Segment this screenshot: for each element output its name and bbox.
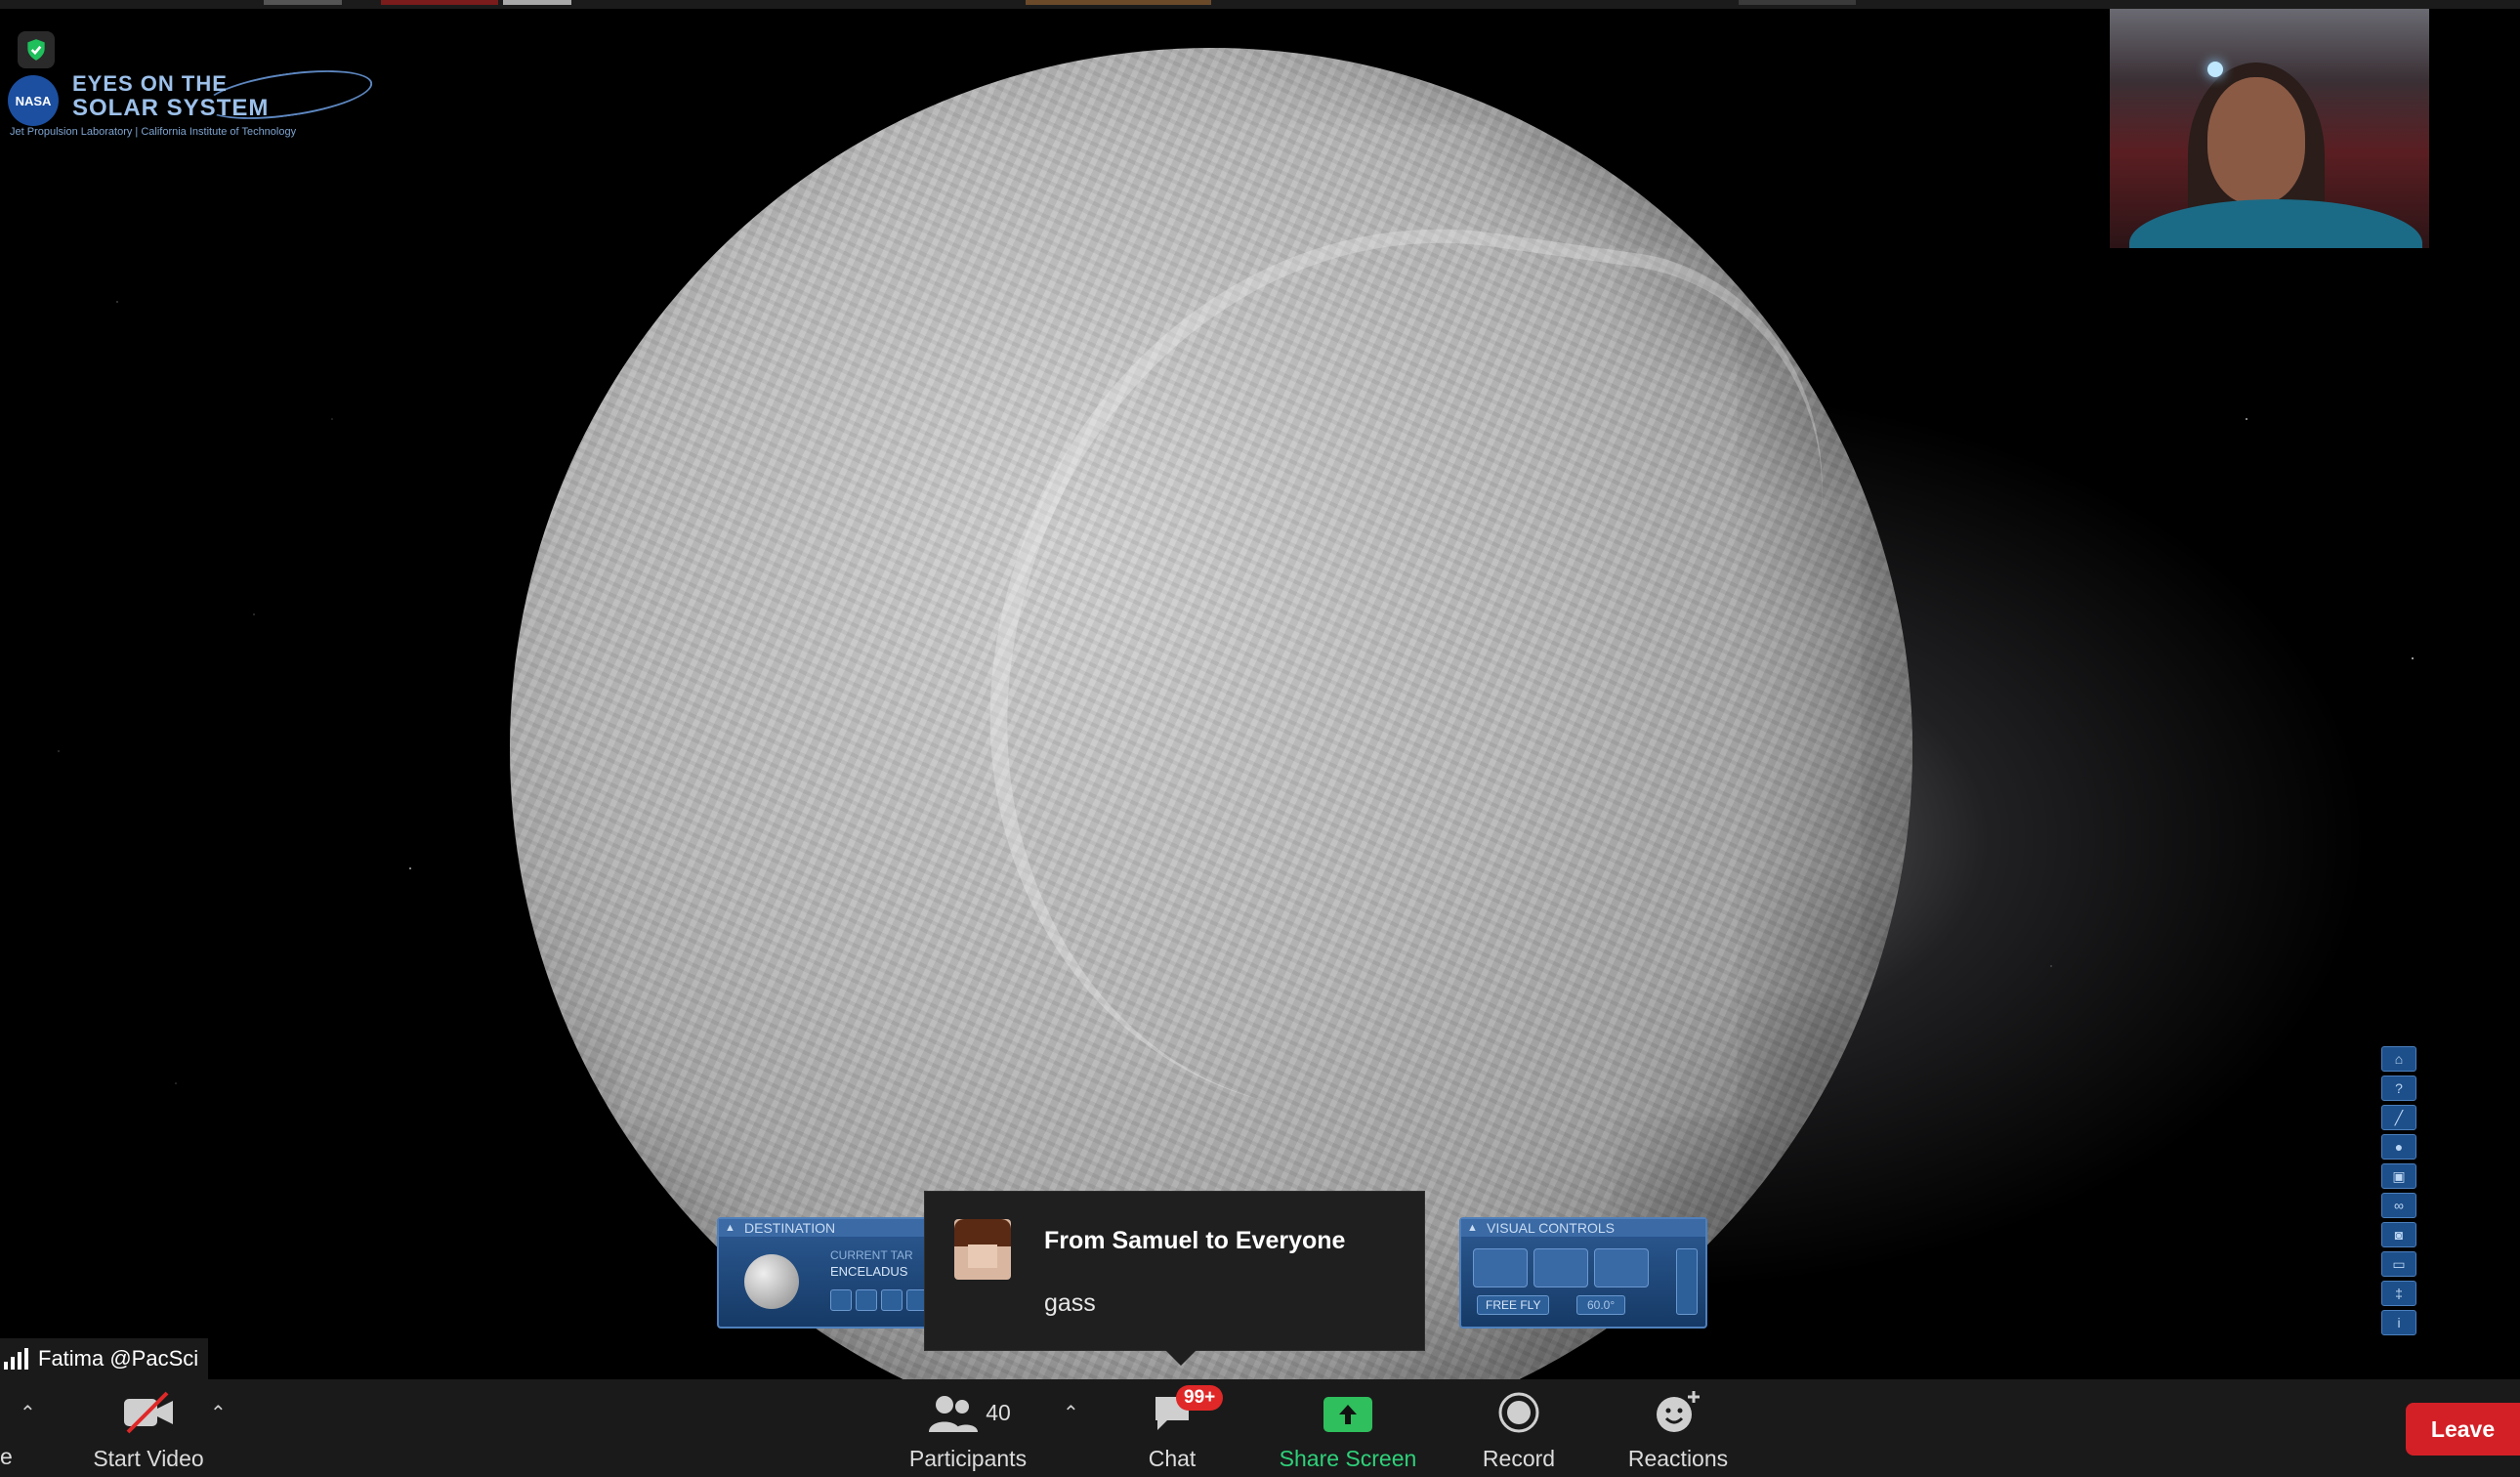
- participants-button[interactable]: 40 Participants: [904, 1379, 1031, 1477]
- view-horizon-button[interactable]: [1533, 1248, 1588, 1287]
- audio-options-chevron-icon[interactable]: ⌃: [20, 1401, 36, 1425]
- shared-screen: NASA EYES ON THE SOLAR SYSTEM Jet Propul…: [0, 9, 2429, 1379]
- thumb-strip-seg: [381, 0, 498, 5]
- destination-panel[interactable]: DESTINATION CURRENT TAR ENCELADUS: [717, 1217, 936, 1329]
- visual-controls-title[interactable]: VISUAL CONTROLS: [1461, 1219, 1705, 1237]
- share-screen-icon: [1323, 1379, 1372, 1434]
- visual-controls-panel[interactable]: VISUAL CONTROLS FREE FLY 60.0°: [1459, 1217, 1707, 1329]
- participant-shirt: [2129, 199, 2422, 248]
- help-icon[interactable]: ?: [2381, 1076, 2416, 1101]
- reactions-label: Reactions: [1627, 1446, 1729, 1471]
- expand-icon[interactable]: [881, 1289, 903, 1311]
- record-icon: [1497, 1379, 1540, 1434]
- reactions-button[interactable]: Reactions: [1619, 1379, 1737, 1477]
- audio-label-partial[interactable]: e: [0, 1444, 13, 1470]
- thumb-strip-seg: [264, 0, 342, 5]
- participants-icon: 40: [925, 1379, 1011, 1434]
- participant-video[interactable]: [2110, 9, 2429, 248]
- current-target-value: ENCELADUS: [830, 1264, 908, 1279]
- video-options-chevron-icon[interactable]: ⌃: [210, 1401, 227, 1425]
- logo-title-line1: EYES ON THE: [72, 71, 228, 96]
- share-screen-button[interactable]: Share Screen: [1270, 1379, 1426, 1477]
- telescope-icon[interactable]: ╱: [2381, 1105, 2416, 1130]
- logo-title-line2: SOLAR SYSTEM: [72, 95, 270, 121]
- logo-subtitle: Jet Propulsion Laboratory | California I…: [10, 126, 297, 138]
- chat-badge: 99+: [1176, 1385, 1224, 1411]
- share-screen-label: Share Screen: [1279, 1446, 1417, 1471]
- link-icon[interactable]: ∞: [2381, 1193, 2416, 1218]
- chat-message: gass: [1044, 1289, 1096, 1317]
- participant-name: Fatima @PacSci: [38, 1346, 199, 1371]
- security-shield-icon[interactable]: [18, 31, 55, 68]
- participants-count: 40: [986, 1400, 1011, 1425]
- chat-notification[interactable]: From Samuel to Everyone gass: [924, 1191, 1425, 1366]
- start-video-label: Start Video: [93, 1446, 204, 1471]
- thumb-strip-seg: [1739, 0, 1856, 5]
- info-icon[interactable]: [830, 1289, 852, 1311]
- fov-control[interactable]: 60.0°: [1576, 1295, 1626, 1315]
- avatar: [954, 1219, 1011, 1280]
- target-thumbnail: [744, 1254, 799, 1309]
- free-fly-button[interactable]: FREE FLY: [1477, 1295, 1550, 1315]
- current-target-label: CURRENT TAR: [830, 1248, 913, 1262]
- top-strip: [0, 0, 2520, 9]
- record-label: Record: [1482, 1446, 1556, 1471]
- participant-face: [2207, 77, 2305, 204]
- eyes-side-toolbar: ⌂ ? ╱ ● ▣ ∞ ◙ ▭ ‡ i: [2381, 1046, 2416, 1339]
- eyes-logo: NASA EYES ON THE SOLAR SYSTEM Jet Propul…: [8, 62, 379, 146]
- video-off-icon: [122, 1379, 175, 1434]
- participants-options-chevron-icon[interactable]: ⌃: [1063, 1401, 1079, 1425]
- screen-icon[interactable]: ▭: [2381, 1251, 2416, 1277]
- ceiling-light: [2207, 62, 2223, 77]
- fullscreen-icon[interactable]: ▣: [2381, 1163, 2416, 1189]
- participants-label: Participants: [908, 1446, 1028, 1471]
- chat-button[interactable]: 99+ Chat: [1133, 1379, 1224, 1477]
- avatar-face: [968, 1245, 997, 1268]
- thumb-strip-seg: [503, 0, 571, 5]
- destination-title[interactable]: DESTINATION: [719, 1219, 934, 1237]
- signal-strength-icon: [4, 1348, 28, 1370]
- start-video-button[interactable]: Start Video: [86, 1379, 211, 1477]
- thumb-strip-seg: [1026, 0, 1211, 5]
- chat-sender: From Samuel to Everyone: [1044, 1227, 1346, 1254]
- view-sphere-button[interactable]: [1473, 1248, 1528, 1287]
- nasa-logo-icon: NASA: [8, 75, 59, 126]
- participant-name-tag: Fatima @PacSci: [0, 1338, 209, 1379]
- view-target-button[interactable]: [1594, 1248, 1649, 1287]
- reactions-icon: [1655, 1379, 1701, 1434]
- leave-button[interactable]: Leave: [2406, 1403, 2520, 1456]
- settings-icon[interactable]: [856, 1289, 877, 1311]
- settings-sliders-icon[interactable]: ‡: [2381, 1281, 2416, 1306]
- home-icon[interactable]: ⌂: [2381, 1046, 2416, 1072]
- record-button[interactable]: Record: [1475, 1379, 1563, 1477]
- info-icon[interactable]: i: [2381, 1310, 2416, 1335]
- camera-icon[interactable]: ◙: [2381, 1222, 2416, 1247]
- meeting-toolbar: e ⌃ Start Video ⌃ 40 Participants ⌃ 99+ …: [0, 1379, 2520, 1477]
- planet-icon[interactable]: ●: [2381, 1134, 2416, 1160]
- zoom-slider[interactable]: [1676, 1248, 1698, 1315]
- chat-label: Chat: [1148, 1446, 1197, 1471]
- avatar-hair: [954, 1219, 1011, 1246]
